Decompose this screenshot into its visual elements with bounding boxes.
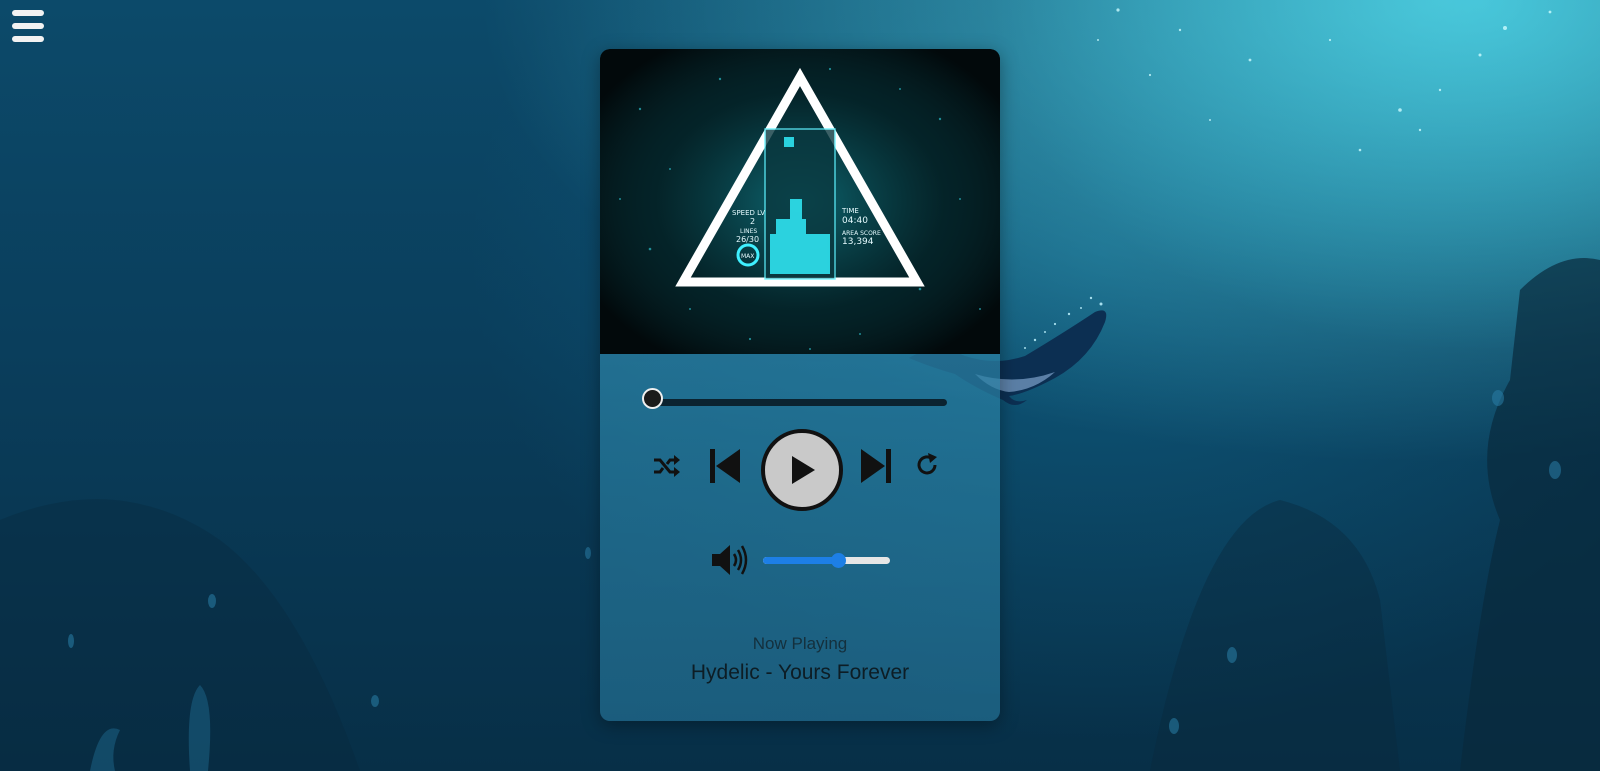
volume-slider-thumb[interactable] bbox=[831, 553, 847, 568]
svg-text:MAX: MAX bbox=[741, 253, 754, 260]
svg-text:26/30: 26/30 bbox=[736, 235, 759, 244]
seek-bar[interactable] bbox=[642, 388, 947, 409]
seek-bar-thumb[interactable] bbox=[642, 388, 663, 409]
shuffle-icon[interactable] bbox=[652, 452, 680, 480]
album-artwork: SPEED LV 2 LINES 26/30 MAX TIME 04:40 AR… bbox=[600, 49, 1000, 354]
play-button[interactable] bbox=[761, 429, 843, 511]
volume-slider-fill bbox=[763, 557, 840, 564]
volume-slider[interactable] bbox=[763, 553, 890, 568]
svg-text:LINES: LINES bbox=[740, 228, 757, 235]
music-player-card: SPEED LV 2 LINES 26/30 MAX TIME 04:40 AR… bbox=[600, 49, 1000, 721]
svg-text:SPEED LV: SPEED LV bbox=[732, 209, 765, 217]
volume-control bbox=[600, 543, 1000, 579]
svg-text:AREA SCORE: AREA SCORE bbox=[842, 230, 881, 237]
playback-controls bbox=[600, 429, 1000, 511]
svg-text:04:40: 04:40 bbox=[842, 216, 868, 226]
skip-previous-icon[interactable] bbox=[708, 447, 742, 485]
skip-next-icon[interactable] bbox=[859, 447, 893, 485]
svg-text:13,394: 13,394 bbox=[842, 237, 874, 247]
svg-text:TIME: TIME bbox=[841, 207, 859, 215]
volume-icon[interactable] bbox=[710, 543, 748, 581]
now-playing-label: Now Playing bbox=[752, 634, 848, 653]
hamburger-menu-icon[interactable] bbox=[12, 10, 44, 42]
repeat-icon[interactable] bbox=[914, 452, 940, 478]
track-title: Hydelic - Yours Forever bbox=[690, 661, 910, 684]
svg-text:2: 2 bbox=[750, 217, 755, 226]
play-icon bbox=[792, 456, 815, 484]
